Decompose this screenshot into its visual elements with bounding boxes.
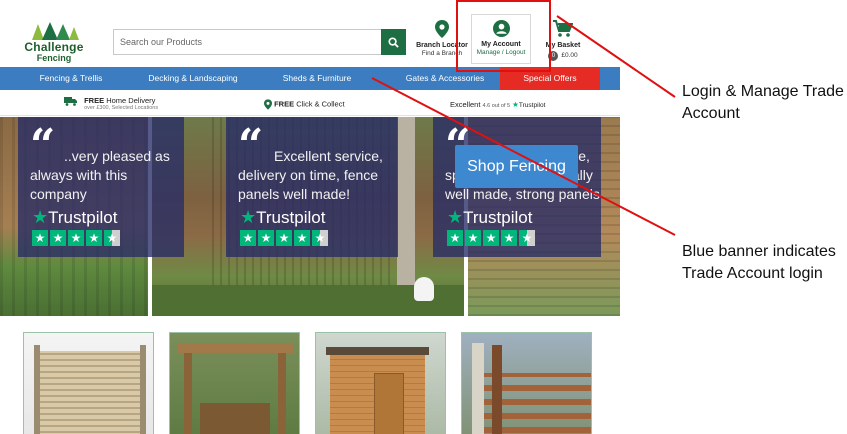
arrow-to-banner-note — [371, 77, 676, 236]
annotation-banner: Blue banner indicates Trade Account logi… — [682, 243, 836, 282]
annotated-screenshot: Challenge Fencing Branch Locator Find a … — [0, 0, 847, 434]
annotation-login: Login & Manage Trade Account — [682, 83, 844, 122]
arrow-to-login-note — [556, 15, 676, 98]
annotation-arrows — [371, 15, 676, 236]
